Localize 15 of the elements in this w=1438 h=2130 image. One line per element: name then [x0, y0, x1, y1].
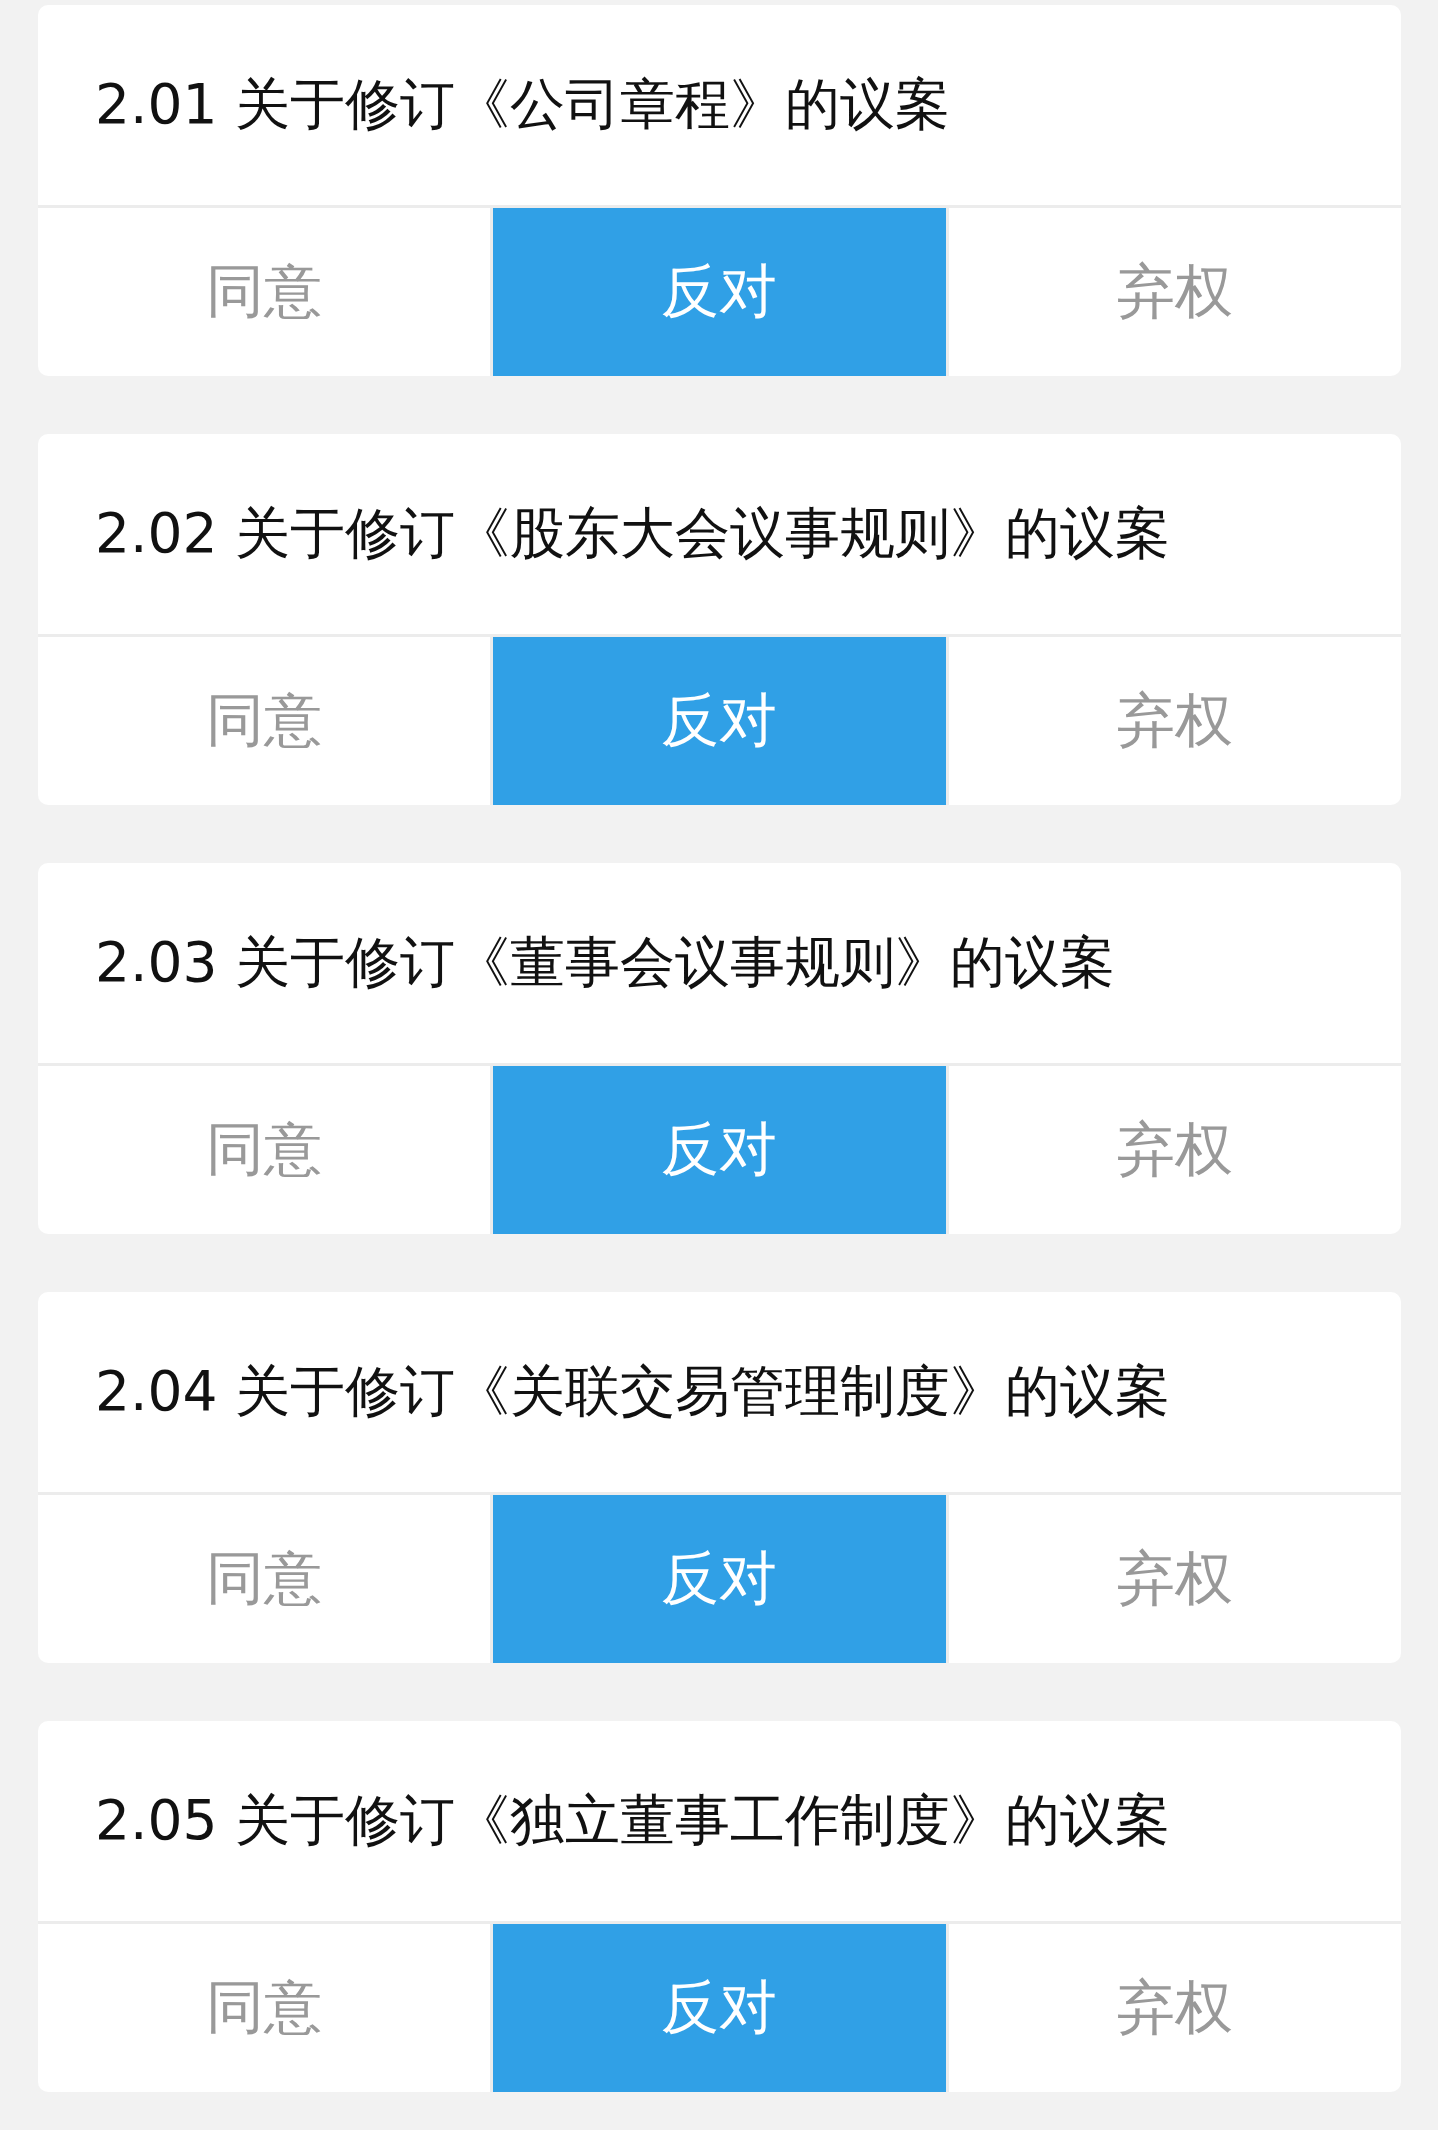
vote-option[interactable]: 反对: [493, 1066, 946, 1234]
vote-option[interactable]: 反对: [493, 208, 946, 376]
vote-option[interactable]: 弃权: [948, 637, 1401, 805]
vote-option[interactable]: 弃权: [948, 1924, 1401, 2092]
vote-option[interactable]: 反对: [493, 637, 946, 805]
vote-option[interactable]: 同意: [38, 1495, 491, 1663]
vote-option[interactable]: 同意: [38, 1066, 491, 1234]
vote-option[interactable]: 弃权: [948, 1495, 1401, 1663]
vote-option[interactable]: 弃权: [948, 208, 1401, 376]
vote-option[interactable]: 弃权: [948, 1066, 1401, 1234]
vote-option[interactable]: 同意: [38, 208, 491, 376]
vote-option[interactable]: 反对: [493, 1924, 946, 2092]
vote-option[interactable]: 反对: [493, 1495, 946, 1663]
vote-option[interactable]: 同意: [38, 1924, 491, 2092]
vote-option[interactable]: 同意: [38, 637, 491, 805]
